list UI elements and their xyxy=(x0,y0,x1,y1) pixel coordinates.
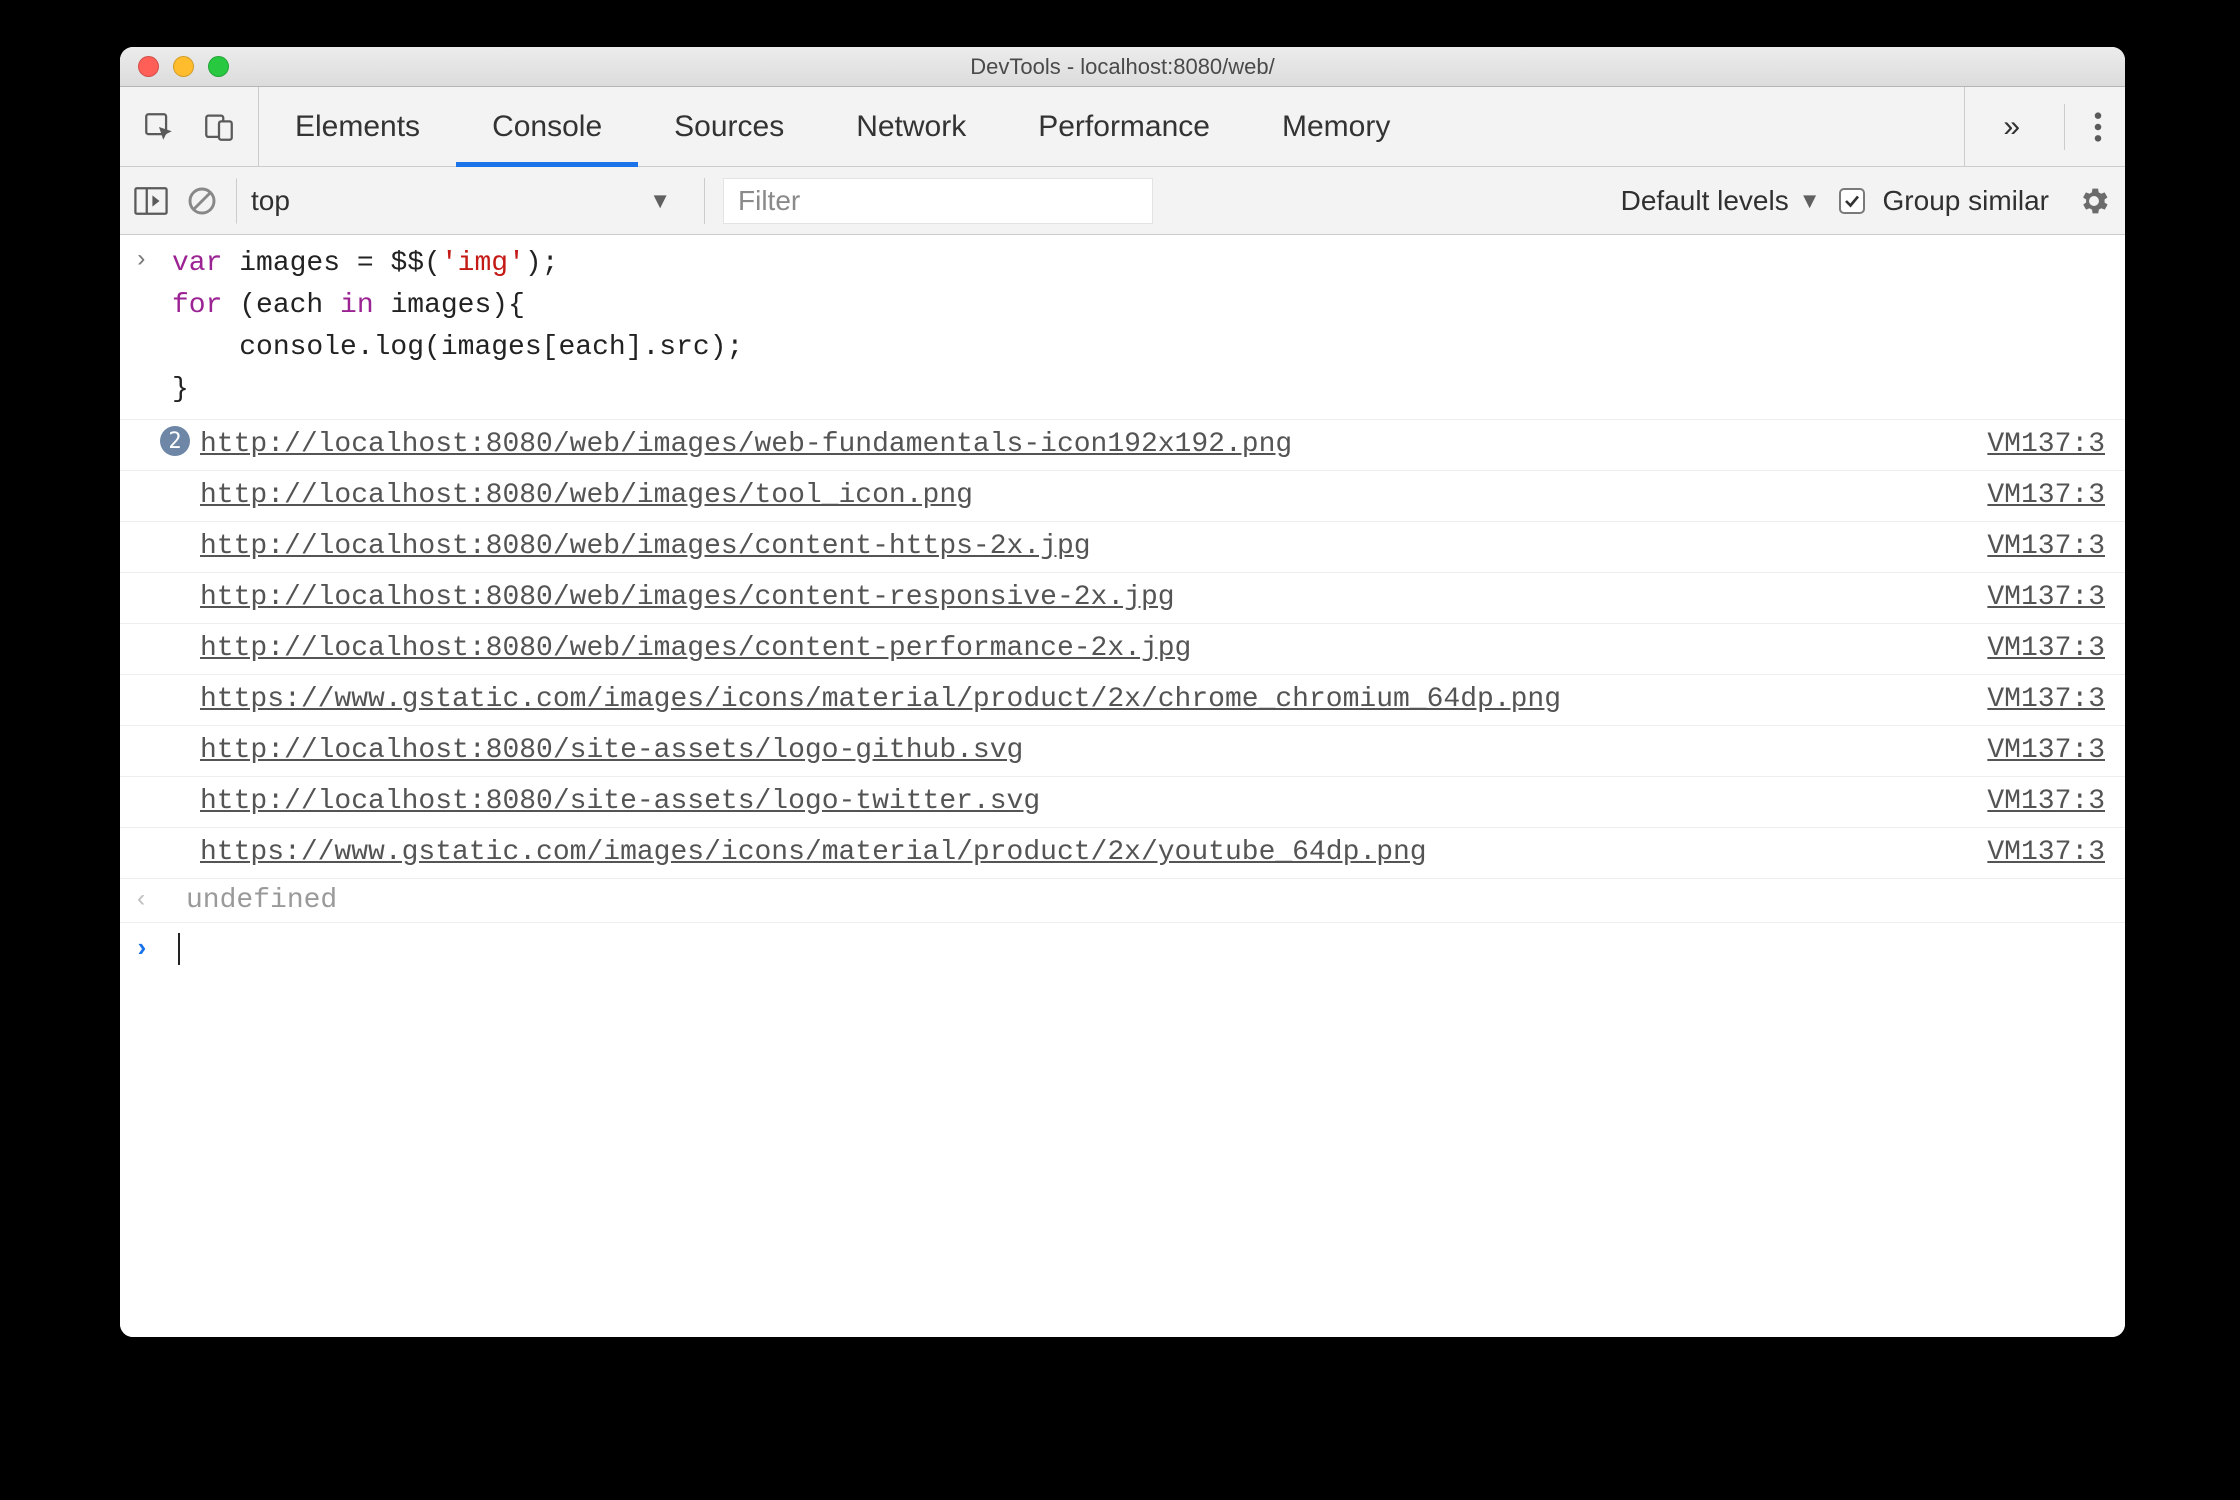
execution-context-selector[interactable]: top ▼ xyxy=(236,178,686,224)
inspect-element-icon[interactable] xyxy=(142,110,176,144)
text-cursor xyxy=(178,933,180,965)
tab-memory[interactable]: Memory xyxy=(1246,87,1426,166)
tab-sources[interactable]: Sources xyxy=(638,87,820,166)
console-output[interactable]: › var images = $$('img'); for (each in i… xyxy=(120,235,2125,1337)
tab-performance[interactable]: Performance xyxy=(1002,87,1246,166)
window-title: DevTools - localhost:8080/web/ xyxy=(120,54,2125,80)
filter-input[interactable] xyxy=(723,178,1153,224)
log-link[interactable]: http://localhost:8080/web/images/content… xyxy=(200,577,1957,619)
log-levels-selector[interactable]: Default levels ▼ xyxy=(1621,185,1821,217)
log-link[interactable]: http://localhost:8080/site-assets/logo-g… xyxy=(200,730,1957,772)
zoom-window-button[interactable] xyxy=(208,56,229,77)
toggle-sidebar-icon[interactable] xyxy=(134,186,168,216)
log-link[interactable]: http://localhost:8080/site-assets/logo-t… xyxy=(200,781,1957,823)
console-log-row: http://localhost:8080/web/images/content… xyxy=(120,624,2125,675)
dropdown-triangle-icon: ▼ xyxy=(649,188,671,214)
console-input-history: › var images = $$('img'); for (each in i… xyxy=(120,235,2125,420)
context-label: top xyxy=(251,185,290,217)
dropdown-triangle-icon: ▼ xyxy=(1799,188,1821,214)
window-controls xyxy=(138,56,229,77)
console-log-row: http://localhost:8080/web/images/content… xyxy=(120,522,2125,573)
titlebar: DevTools - localhost:8080/web/ xyxy=(120,47,2125,87)
console-log-row: http://localhost:8080/web/images/tool_ic… xyxy=(120,471,2125,522)
device-toolbar-icon[interactable] xyxy=(202,110,236,144)
main-toolbar: ElementsConsoleSourcesNetworkPerformance… xyxy=(120,87,2125,167)
log-source-link[interactable]: VM137:3 xyxy=(1987,628,2105,670)
repeat-count-badge: 2 xyxy=(160,426,190,456)
log-source-link[interactable]: VM137:3 xyxy=(1987,832,2105,874)
console-toolbar: top ▼ Default levels ▼ Group similar xyxy=(120,167,2125,235)
console-log-row: http://localhost:8080/site-assets/logo-t… xyxy=(120,777,2125,828)
levels-label: Default levels xyxy=(1621,185,1789,217)
log-link[interactable]: https://www.gstatic.com/images/icons/mat… xyxy=(200,832,1957,874)
prompt-glyph: › xyxy=(134,934,164,964)
separator xyxy=(2064,104,2065,150)
console-log-row: https://www.gstatic.com/images/icons/mat… xyxy=(120,828,2125,879)
log-source-link[interactable]: VM137:3 xyxy=(1987,424,2105,466)
tab-elements[interactable]: Elements xyxy=(259,87,456,166)
console-prompt[interactable]: › xyxy=(120,923,2125,1005)
log-source-link[interactable]: VM137:3 xyxy=(1987,730,2105,772)
devtools-window: DevTools - localhost:8080/web/ E xyxy=(120,47,2125,1337)
code-block: var images = $$('img'); for (each in ima… xyxy=(172,243,743,411)
console-log-row: http://localhost:8080/web/images/content… xyxy=(120,573,2125,624)
log-link[interactable]: http://localhost:8080/web/images/web-fun… xyxy=(200,424,1957,466)
clear-console-icon[interactable] xyxy=(186,185,218,217)
log-link[interactable]: https://www.gstatic.com/images/icons/mat… xyxy=(200,679,1957,721)
log-link[interactable]: http://localhost:8080/web/images/content… xyxy=(200,628,1957,670)
log-source-link[interactable]: VM137:3 xyxy=(1987,577,2105,619)
log-link[interactable]: http://localhost:8080/web/images/content… xyxy=(200,526,1957,568)
log-source-link[interactable]: VM137:3 xyxy=(1987,781,2105,823)
separator xyxy=(704,178,705,224)
log-source-link[interactable]: VM137:3 xyxy=(1987,475,2105,517)
console-log-row: https://www.gstatic.com/images/icons/mat… xyxy=(120,675,2125,726)
return-value: undefined xyxy=(186,885,337,916)
console-log-row: 2 http://localhost:8080/web/images/web-fu… xyxy=(120,420,2125,471)
group-similar-checkbox[interactable] xyxy=(1839,188,1865,214)
log-source-link[interactable]: VM137:3 xyxy=(1987,526,2105,568)
tab-console[interactable]: Console xyxy=(456,87,638,166)
tab-network[interactable]: Network xyxy=(820,87,1002,166)
return-value-row: ‹ undefined xyxy=(120,879,2125,923)
overflow-tabs-button[interactable]: » xyxy=(1987,110,2036,144)
log-source-link[interactable]: VM137:3 xyxy=(1987,679,2105,721)
kebab-menu-icon[interactable] xyxy=(2093,110,2103,144)
input-prompt-glyph: › xyxy=(134,243,172,411)
log-link[interactable]: http://localhost:8080/web/images/tool_ic… xyxy=(200,475,1957,517)
return-glyph: ‹ xyxy=(134,887,172,914)
console-log-row: http://localhost:8080/site-assets/logo-g… xyxy=(120,726,2125,777)
minimize-window-button[interactable] xyxy=(173,56,194,77)
group-similar-label: Group similar xyxy=(1883,185,2049,217)
close-window-button[interactable] xyxy=(138,56,159,77)
console-settings-icon[interactable] xyxy=(2077,184,2111,218)
